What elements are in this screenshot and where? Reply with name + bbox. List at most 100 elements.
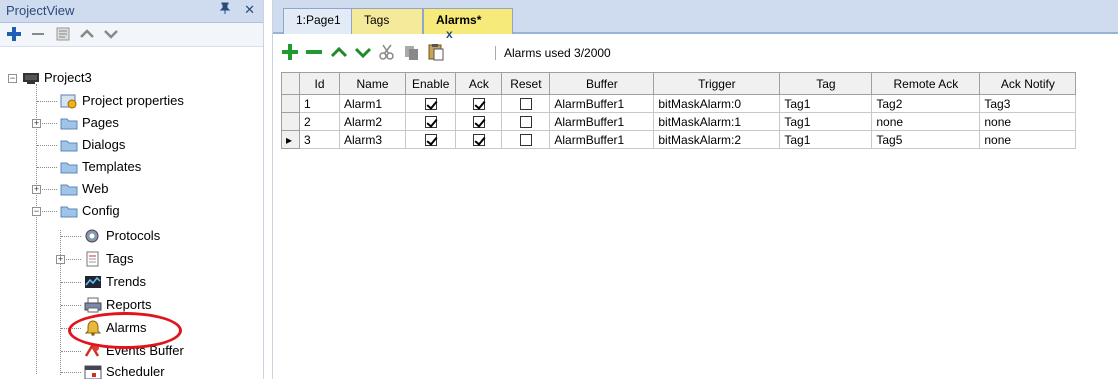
column-header-tag[interactable]: Tag xyxy=(779,72,873,95)
cell-trigger[interactable]: bitMaskAlarm:2 xyxy=(653,130,781,149)
tree-item-label: Tags xyxy=(106,251,134,266)
cell-reset[interactable] xyxy=(501,130,551,149)
move-up-icon[interactable] xyxy=(79,26,97,44)
document-tabs: 1:Page1 Tags Alarms* x xyxy=(273,0,1118,41)
tree-item-pages[interactable]: + Pages xyxy=(32,113,119,133)
expand-icon[interactable]: + xyxy=(56,255,65,264)
cell-name[interactable]: Alarm3 xyxy=(339,130,406,149)
cell-id[interactable]: 3 xyxy=(299,130,340,149)
tree-item-reports[interactable]: Reports xyxy=(84,295,152,315)
tree-item-events-buffer[interactable]: Events Buffer xyxy=(84,341,184,361)
column-header-trigger[interactable]: Trigger xyxy=(653,72,781,95)
cell-ack[interactable] xyxy=(455,130,503,149)
checkbox[interactable] xyxy=(519,116,532,129)
paste-icon[interactable] xyxy=(427,43,445,61)
checkbox[interactable] xyxy=(424,98,437,111)
cell-ack[interactable] xyxy=(455,112,503,131)
project-view-toolbar xyxy=(0,23,263,47)
cell-remote-ack[interactable]: Tag2 xyxy=(871,94,981,113)
column-header-name[interactable]: Name xyxy=(339,72,406,95)
checkbox[interactable] xyxy=(519,134,532,147)
cell-enable[interactable] xyxy=(404,130,457,149)
move-down-icon[interactable] xyxy=(103,26,121,44)
tree-item-alarms[interactable]: Alarms xyxy=(84,318,146,338)
tree-item-trends[interactable]: Trends xyxy=(84,272,146,292)
tree-item-label: Project properties xyxy=(82,93,184,108)
close-icon[interactable]: ✕ xyxy=(244,2,255,17)
checkbox[interactable] xyxy=(472,116,485,129)
cell-trigger[interactable]: bitMaskAlarm:1 xyxy=(653,112,781,131)
table-row[interactable]: 2 Alarm2 AlarmBuffer1 bitMaskAlarm:1 Tag1 non… xyxy=(281,112,1077,131)
row-selector[interactable] xyxy=(281,112,300,131)
collapse-icon[interactable]: − xyxy=(32,207,41,216)
cell-ack-notify[interactable]: none xyxy=(979,112,1077,131)
tree-item-tags[interactable]: + Tags xyxy=(56,249,133,269)
column-header-remote-ack[interactable]: Remote Ack xyxy=(871,72,981,95)
cell-remote-ack[interactable]: Tag5 xyxy=(871,130,981,149)
checkbox[interactable] xyxy=(424,116,437,129)
cell-name[interactable]: Alarm1 xyxy=(339,94,406,113)
tree-item-templates[interactable]: Templates xyxy=(60,157,141,177)
row-selector[interactable]: ▸ xyxy=(281,130,300,149)
checkbox[interactable] xyxy=(424,134,437,147)
remove-icon[interactable] xyxy=(305,43,323,61)
move-up-icon[interactable] xyxy=(330,43,348,61)
cell-id[interactable]: 1 xyxy=(299,94,340,113)
cell-tag[interactable]: Tag1 xyxy=(779,94,873,113)
tree-item-dialogs[interactable]: Dialogs xyxy=(60,135,125,155)
tree-item-config[interactable]: − Config xyxy=(32,201,120,221)
alarms-used-status: Alarms used 3/2000 xyxy=(495,46,611,60)
column-header-ack[interactable]: Ack xyxy=(455,72,503,95)
table-row[interactable]: ▸ 3 Alarm3 AlarmBuffer1 bitMaskAlarm:2 Tag1 Ta… xyxy=(281,130,1077,149)
table-header-row: Id Name Enable Ack Reset Buffer Trigger … xyxy=(281,72,1077,95)
tab-alarms[interactable]: Alarms* x xyxy=(423,8,513,41)
expand-icon[interactable]: + xyxy=(32,185,41,194)
column-header-id[interactable]: Id xyxy=(299,72,340,95)
column-header-reset[interactable]: Reset xyxy=(501,72,551,95)
checkbox[interactable] xyxy=(519,98,532,111)
add-icon[interactable] xyxy=(6,26,24,44)
cell-reset[interactable] xyxy=(501,94,551,113)
properties-icon[interactable] xyxy=(55,26,73,44)
row-selector[interactable] xyxy=(281,94,300,113)
tree-item-web[interactable]: + Web xyxy=(32,179,109,199)
tree-item-protocols[interactable]: Protocols xyxy=(84,226,160,246)
move-down-icon[interactable] xyxy=(354,43,372,61)
checkbox[interactable] xyxy=(472,134,485,147)
cell-ack[interactable] xyxy=(455,94,503,113)
cell-id[interactable]: 2 xyxy=(299,112,340,131)
tree-item-scheduler[interactable]: Scheduler xyxy=(84,362,165,379)
pin-icon[interactable] xyxy=(220,2,234,17)
expand-icon[interactable]: + xyxy=(32,119,41,128)
column-header-enable[interactable]: Enable xyxy=(404,72,457,95)
cell-enable[interactable] xyxy=(404,94,457,113)
cell-name[interactable]: Alarm2 xyxy=(339,112,406,131)
table-row[interactable]: 1 Alarm1 AlarmBuffer1 bitMaskAlarm:0 Tag1 Tag… xyxy=(281,94,1077,113)
collapse-icon[interactable]: − xyxy=(8,74,17,83)
cell-enable[interactable] xyxy=(404,112,457,131)
cell-trigger[interactable]: bitMaskAlarm:0 xyxy=(653,94,781,113)
column-header-buffer[interactable]: Buffer xyxy=(549,72,655,95)
scheduler-icon xyxy=(84,364,102,379)
cut-icon[interactable] xyxy=(378,43,396,61)
cell-buffer[interactable]: AlarmBuffer1 xyxy=(549,130,655,149)
tree-item-label: Events Buffer xyxy=(106,343,184,358)
copy-icon[interactable] xyxy=(403,43,421,61)
cell-reset[interactable] xyxy=(501,112,551,131)
row-selector-header[interactable] xyxy=(281,72,300,95)
cell-ack-notify[interactable]: none xyxy=(979,130,1077,149)
tab-tags[interactable]: Tags xyxy=(351,8,423,34)
tree-item-project3[interactable]: − Project3 xyxy=(8,68,92,88)
remove-icon[interactable] xyxy=(30,26,48,44)
cell-remote-ack[interactable]: none xyxy=(871,112,981,131)
cell-ack-notify[interactable]: Tag3 xyxy=(979,94,1077,113)
add-icon[interactable] xyxy=(281,43,299,61)
cell-buffer[interactable]: AlarmBuffer1 xyxy=(549,112,655,131)
checkbox[interactable] xyxy=(472,98,485,111)
cell-buffer[interactable]: AlarmBuffer1 xyxy=(549,94,655,113)
cell-tag[interactable]: Tag1 xyxy=(779,112,873,131)
cell-tag[interactable]: Tag1 xyxy=(779,130,873,149)
tree-item-project-properties[interactable]: Project properties xyxy=(60,91,184,111)
tab-page1[interactable]: 1:Page1 xyxy=(283,8,353,34)
column-header-ack-notify[interactable]: Ack Notify xyxy=(979,72,1077,95)
